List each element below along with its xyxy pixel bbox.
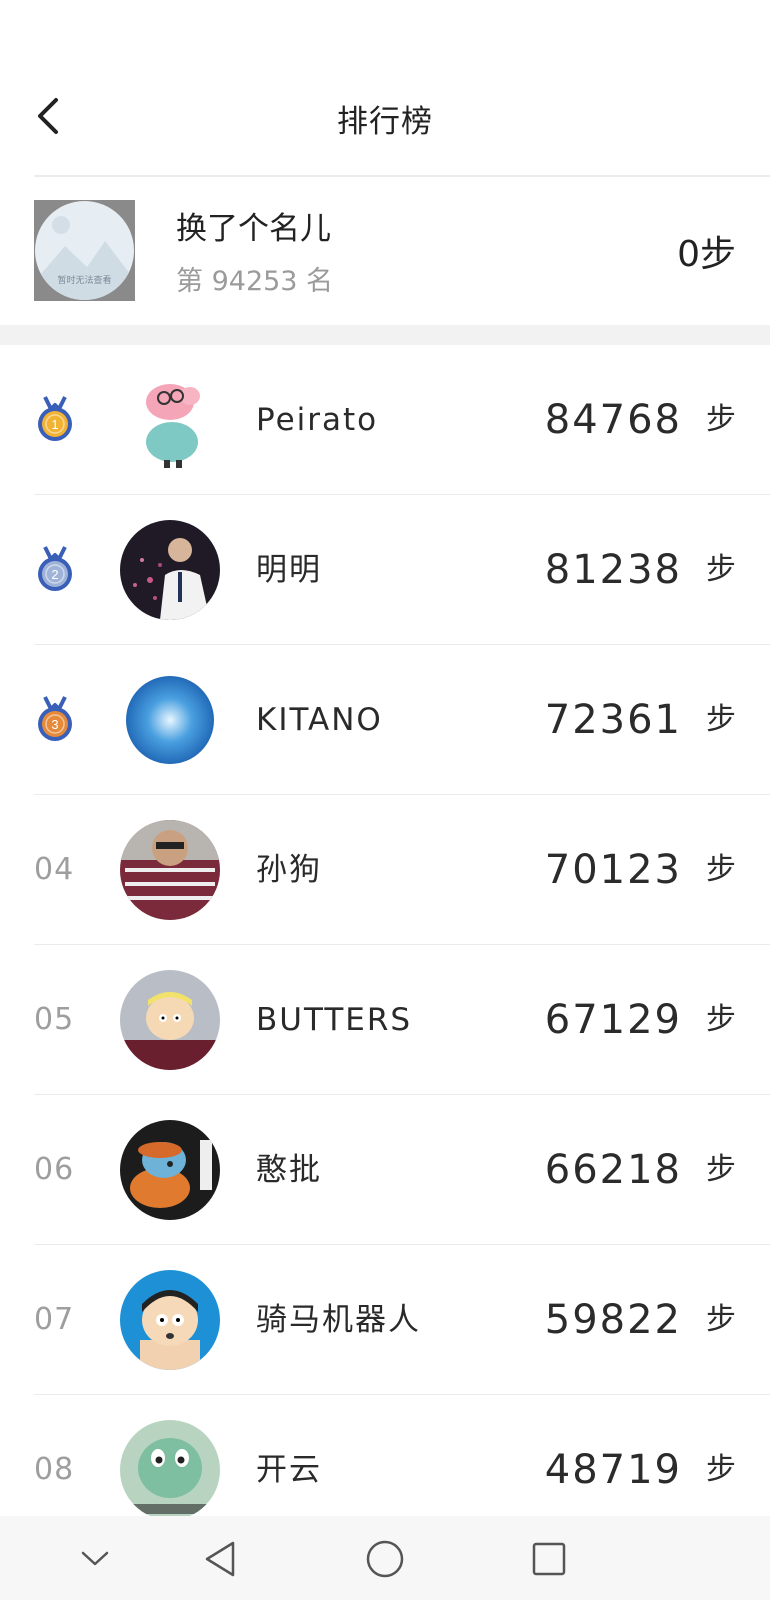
ranking-row[interactable]: 06 憨批 66218 步 (0, 1095, 770, 1245)
step-count: 70123 (544, 847, 682, 893)
step-count: 72361 (544, 697, 682, 743)
ranking-row[interactable]: 07 骑马机器人 59822 步 (0, 1245, 770, 1395)
blue-orb-avatar[interactable] (120, 670, 220, 770)
nav-collapse-button[interactable] (70, 1534, 120, 1584)
step-unit: 步 (706, 1152, 736, 1187)
rank-number: 06 (34, 1152, 75, 1187)
my-name: 换了个名儿 (176, 211, 331, 247)
user-name: 孙狗 (256, 852, 322, 888)
my-rank-card[interactable]: 暂时无法查看 换了个名儿 第 94253 名 0步 (0, 177, 770, 325)
cartoon-avatar[interactable] (120, 970, 220, 1070)
leaderboard-page: 排行榜 暂时无法查看 换了个名儿 第 94253 名 0步 1 Peirato 84… (0, 0, 770, 1600)
step-count: 84768 (544, 397, 682, 443)
avatar-placeholder-text: 暂时无法查看 (57, 276, 112, 286)
user-name: 憨批 (256, 1152, 322, 1188)
user-name: 明明 (256, 552, 322, 588)
step-count: 66218 (544, 1147, 682, 1193)
my-steps: 0步 (677, 234, 736, 275)
my-rank: 第 94253 名 (176, 266, 334, 297)
image-unavailable-icon: 暂时无法查看 (35, 201, 134, 300)
cartoon-boy-avatar[interactable] (120, 1270, 220, 1370)
photo-avatar[interactable] (120, 520, 220, 620)
header: 排行榜 (0, 0, 770, 177)
step-unit: 步 (706, 402, 736, 437)
ranking-row[interactable]: 3 KITANO 72361 步 (0, 645, 770, 795)
user-name: BUTTERS (256, 1002, 413, 1038)
rank-number: 07 (34, 1302, 75, 1337)
back-triangle-icon (205, 1541, 235, 1577)
svg-text:3: 3 (51, 717, 58, 732)
rank-number: 05 (34, 1002, 75, 1037)
section-gap (0, 325, 770, 345)
turtle-avatar[interactable] (120, 1120, 220, 1220)
ranking-row[interactable]: 2 明明 81238 步 (0, 495, 770, 645)
ranking-row[interactable]: 1 Peirato 84768 步 (0, 345, 770, 495)
ranking-row[interactable]: 04 孙狗 70123 步 (0, 795, 770, 945)
step-count: 67129 (544, 997, 682, 1043)
svg-text:2: 2 (51, 567, 58, 582)
silver-medal-icon: 2 (34, 545, 76, 593)
step-unit: 步 (706, 702, 736, 737)
step-count: 59822 (544, 1297, 682, 1343)
bronze-medal-icon: 3 (34, 695, 76, 743)
ranking-list: 1 Peirato 84768 步 2 明明 81238 步 3 KITANO 72361 步 04 孙狗… (0, 345, 770, 1545)
squirtle-avatar[interactable] (120, 1420, 220, 1520)
system-navbar (0, 1516, 770, 1600)
rank-number: 04 (34, 852, 75, 887)
page-title: 排行榜 (337, 104, 433, 140)
step-unit: 步 (706, 1002, 736, 1037)
recent-square-icon (532, 1542, 566, 1576)
meme-avatar[interactable] (120, 820, 220, 920)
user-name: Peirato (256, 402, 379, 438)
user-name: KITANO (256, 702, 383, 738)
step-unit: 步 (706, 1302, 736, 1337)
step-unit: 步 (706, 852, 736, 887)
nav-home-button[interactable] (360, 1534, 410, 1584)
home-circle-icon (366, 1540, 404, 1578)
svg-text:1: 1 (51, 417, 58, 432)
step-unit: 步 (706, 552, 736, 587)
ranking-row[interactable]: 05 BUTTERS 67129 步 (0, 945, 770, 1095)
user-name: 骑马机器人 (256, 1302, 421, 1338)
pig-avatar[interactable] (120, 370, 220, 470)
gold-medal-icon: 1 (34, 395, 76, 443)
nav-back-button[interactable] (196, 1534, 246, 1584)
step-count: 81238 (544, 547, 682, 593)
chevron-down-icon (81, 1551, 109, 1566)
my-avatar: 暂时无法查看 (34, 200, 135, 301)
nav-recents-button[interactable] (524, 1534, 574, 1584)
